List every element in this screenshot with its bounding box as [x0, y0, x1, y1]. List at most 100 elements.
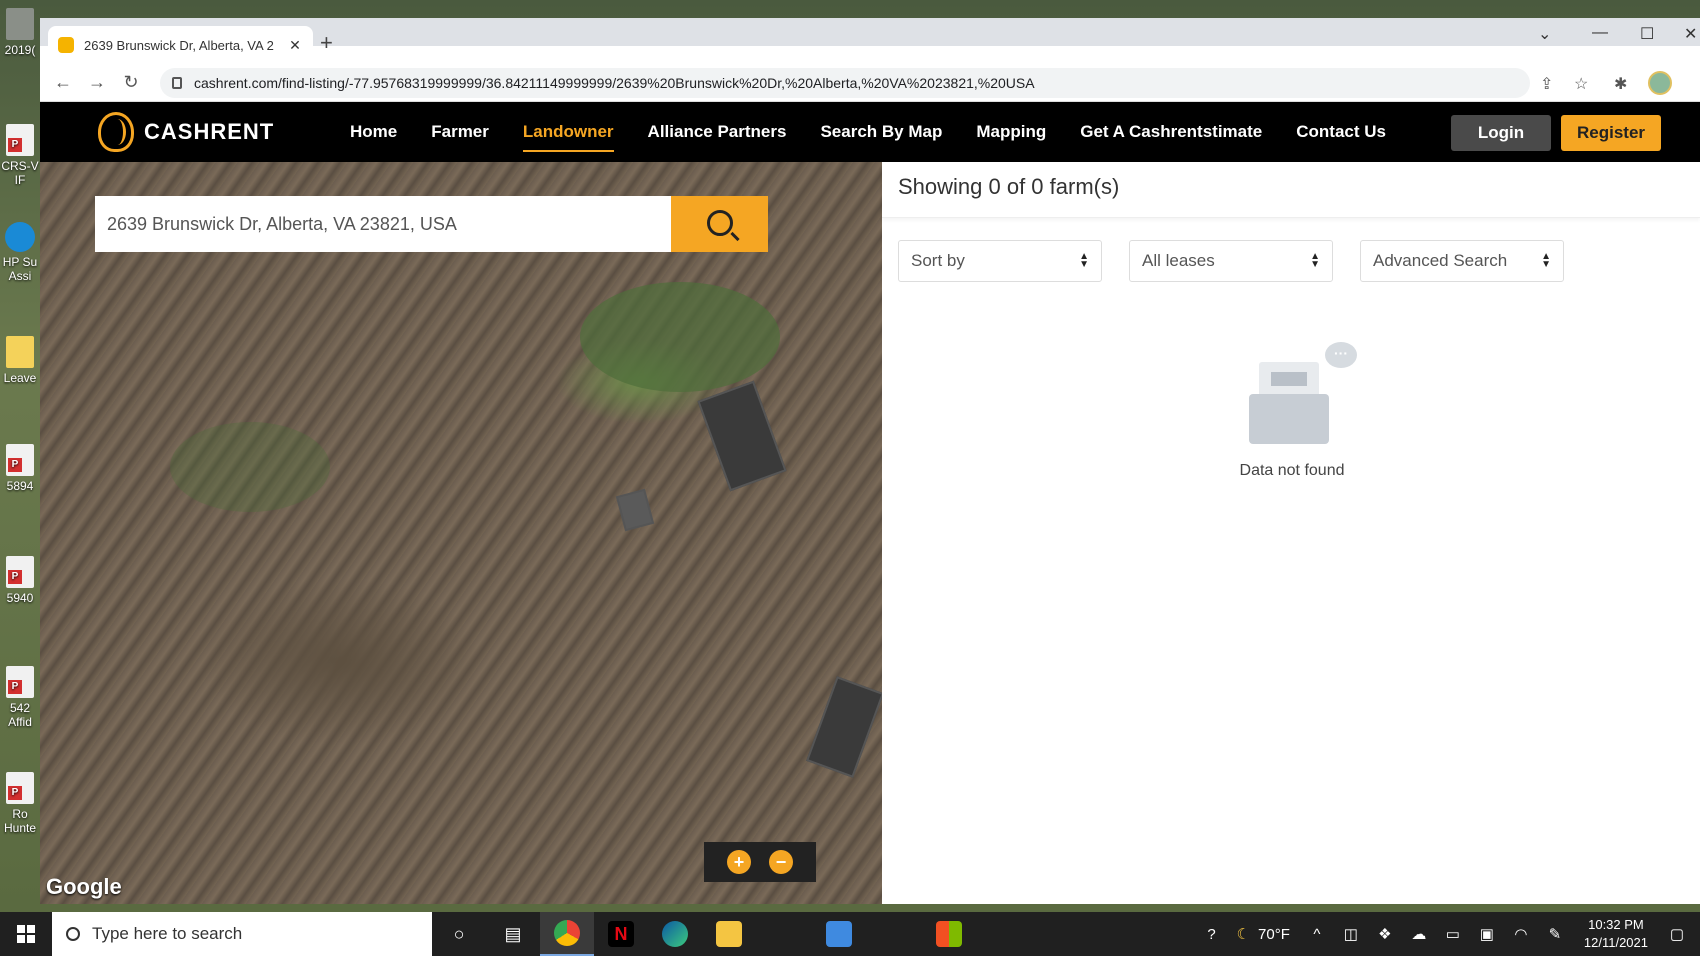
desktop-icon-pdf[interactable]: CRS-V IF: [0, 124, 40, 187]
chevron-up-icon[interactable]: ^: [1300, 926, 1334, 943]
desktop-icon-hp-support[interactable]: HP Su Assi: [0, 222, 40, 283]
desktop-icon-pdf[interactable]: 5894: [0, 444, 40, 493]
taskbar-search-placeholder: Type here to search: [92, 924, 243, 943]
battery-icon[interactable]: ▭: [1436, 925, 1470, 943]
desktop-icon-label: 2019(: [4, 43, 36, 57]
clock-date: 12/11/2021: [1583, 935, 1648, 950]
map-tree-patch: [170, 422, 330, 512]
zoom-control: + −: [704, 842, 816, 882]
advanced-search-select[interactable]: Advanced Search ▲ ▼: [1360, 240, 1564, 282]
pen-icon[interactable]: ✎: [1538, 925, 1572, 943]
taskbar-chrome[interactable]: [540, 912, 594, 956]
taskbar-netflix[interactable]: N: [594, 912, 648, 956]
meet-now-icon[interactable]: ◫: [1334, 925, 1368, 943]
wifi-icon[interactable]: ◠: [1504, 925, 1538, 943]
taskbar: Type here to search ○ ▤ N ? ☾ 70°F ^ ◫ ❖…: [0, 912, 1700, 956]
nav-search-by-map[interactable]: Search By Map: [820, 102, 942, 162]
notifications-icon[interactable]: ▢: [1660, 925, 1694, 943]
start-button[interactable]: [0, 912, 52, 956]
profile-avatar[interactable]: [1648, 71, 1672, 95]
taskbar-search[interactable]: Type here to search: [52, 912, 432, 956]
pdf-file-icon: [6, 124, 34, 156]
dropbox-icon[interactable]: ❖: [1368, 925, 1402, 943]
folder-icon: [716, 921, 742, 947]
map-shed: [615, 488, 655, 532]
address-bar: ← → ↻ cashrent.com/find-listing/-77.9576…: [40, 64, 1700, 102]
login-button[interactable]: Login: [1451, 115, 1551, 151]
share-icon[interactable]: ⇪: [1540, 74, 1553, 94]
minimize-icon[interactable]: —: [1592, 24, 1608, 42]
main-nav: Home Farmer Landowner Alliance Partners …: [350, 102, 1420, 162]
netflix-icon: N: [608, 921, 634, 947]
desktop-icon-pdf[interactable]: 542 Affid: [0, 666, 40, 729]
select-arrows-icon: ▲ ▼: [1310, 251, 1320, 270]
empty-inbox-icon: ···: [1237, 342, 1357, 452]
nav-landowner[interactable]: Landowner: [522, 102, 614, 162]
forward-icon[interactable]: →: [80, 72, 114, 93]
lease-select[interactable]: All leases ▲ ▼: [1129, 240, 1333, 282]
task-view-button[interactable]: ▤: [486, 912, 540, 956]
close-tab-icon[interactable]: ✕: [287, 37, 303, 54]
store-icon: [936, 921, 962, 947]
select-arrows-icon: ▲ ▼: [1541, 251, 1551, 270]
desktop-icon-folder[interactable]: Leave: [0, 336, 40, 385]
extensions-icon[interactable]: ✱: [1614, 74, 1627, 94]
lock-icon[interactable]: [172, 76, 182, 89]
clock[interactable]: 10:32 PM 12/11/2021: [1572, 916, 1660, 952]
taskbar-mail[interactable]: [812, 912, 866, 956]
clock-time: 10:32 PM: [1588, 917, 1644, 932]
desktop-icon-photo[interactable]: 2019(: [0, 8, 40, 57]
cortana-icon: ○: [453, 923, 465, 944]
mail-icon: [826, 921, 852, 947]
browser-tab[interactable]: 2639 Brunswick Dr, Alberta, VA 2 ✕: [48, 26, 313, 64]
nav-farmer[interactable]: Farmer: [431, 102, 489, 162]
help-icon[interactable]: ?: [1195, 926, 1229, 943]
cashrent-favicon-icon: [58, 37, 74, 53]
desktop-icon-label: 542 Affid: [8, 701, 32, 729]
map-clearing: [580, 282, 780, 392]
sort-select-label: Sort by: [911, 251, 965, 270]
desktop-icon-label: CRS-V IF: [1, 159, 39, 187]
zoom-in-button[interactable]: +: [727, 850, 751, 874]
cashrent-logo[interactable]: CASHRENT: [98, 112, 274, 152]
results-count: Showing 0 of 0 farm(s): [882, 162, 1700, 218]
reload-icon[interactable]: ↻: [114, 72, 148, 93]
desktop-icon-pdf[interactable]: 5940: [0, 556, 40, 605]
bookmark-star-icon[interactable]: ☆: [1574, 74, 1588, 94]
url-field[interactable]: cashrent.com/find-listing/-77.9576831999…: [160, 67, 1530, 98]
satellite-map[interactable]: + − Google: [40, 162, 882, 904]
cashrent-logo-icon: [98, 112, 134, 152]
display-icon[interactable]: ▣: [1470, 925, 1504, 943]
maximize-icon[interactable]: ☐: [1640, 24, 1654, 44]
edge-icon: [662, 921, 688, 947]
location-search-input[interactable]: [95, 196, 671, 252]
map-building: [806, 676, 882, 778]
desktop-icon-label: Leave: [3, 371, 37, 385]
zoom-out-button[interactable]: −: [769, 850, 793, 874]
sort-select[interactable]: Sort by ▲ ▼: [898, 240, 1102, 282]
search-button[interactable]: [671, 196, 768, 252]
register-button[interactable]: Register: [1561, 115, 1661, 151]
weather-widget[interactable]: ☾ 70°F: [1229, 925, 1290, 944]
desktop-icon-pdf[interactable]: Ro Hunte: [0, 772, 40, 835]
nav-alliance-partners[interactable]: Alliance Partners: [648, 102, 787, 162]
tab-search-chevron-icon[interactable]: ⌄: [1538, 24, 1551, 44]
onedrive-icon[interactable]: ☁: [1402, 925, 1436, 943]
nav-contact-us[interactable]: Contact Us: [1296, 102, 1386, 162]
search-icon: [66, 927, 80, 941]
nav-mapping[interactable]: Mapping: [976, 102, 1046, 162]
select-arrows-icon: ▲ ▼: [1079, 251, 1089, 270]
close-window-icon[interactable]: ✕: [1684, 24, 1697, 44]
new-tab-icon[interactable]: +: [320, 32, 333, 54]
pdf-file-icon: [6, 666, 34, 698]
nav-get-cashrentstimate[interactable]: Get A Cashrentstimate: [1080, 102, 1262, 162]
system-tray: ? ☾ 70°F ^ ◫ ❖ ☁ ▭ ▣ ◠ ✎ 10:32 PM 12/11/…: [1195, 912, 1700, 956]
map-building: [697, 380, 787, 492]
taskbar-edge[interactable]: [648, 912, 702, 956]
taskbar-file-explorer[interactable]: [702, 912, 756, 956]
cortana-button[interactable]: ○: [432, 912, 486, 956]
back-icon[interactable]: ←: [46, 72, 80, 93]
nav-home[interactable]: Home: [350, 102, 397, 162]
chat-bubble-icon: ···: [1325, 342, 1357, 368]
taskbar-store[interactable]: [922, 912, 976, 956]
